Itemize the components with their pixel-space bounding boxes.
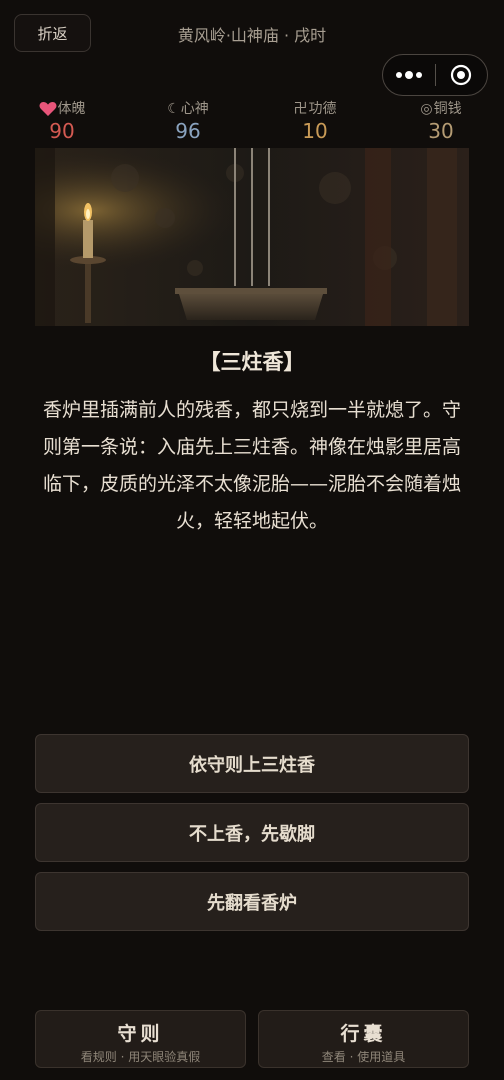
mini-program-capsule [382,54,488,96]
game-screen: 折返 黄风岭·山神庙 · 戌时 体魄 90 ☾ 心神 96 卍 功德 10 ◎ … [0,0,504,1080]
scene-description: 香炉里插满前人的残香，都只烧到一半就熄了。守则第一条说：入庙先上三炷香。神像在烛… [42,399,461,532]
choice-offer-incense-button[interactable]: 依守则上三炷香 [35,734,469,793]
heart-icon [39,102,56,116]
choice-rest-button[interactable]: 不上香，先歇脚 [35,803,469,862]
stat-mind: ☾ 心神 96 [143,100,233,143]
inventory-button-subtitle: 查看 · 使用道具 [321,1050,406,1064]
stat-value: 96 [175,119,201,143]
stat-merit: 卍 功德 10 [270,100,360,143]
stat-value: 10 [302,119,328,143]
incense-burner-scene [35,148,469,326]
inventory-button[interactable]: 行囊 查看 · 使用道具 [258,1010,469,1068]
stat-label: 体魄 [57,101,86,117]
scene-illustration [35,148,469,326]
stat-value: 30 [428,119,454,143]
rules-button[interactable]: 守则 看规则 · 用天眼验真假 [35,1010,246,1068]
rules-button-title: 守则 [117,1023,164,1045]
stat-coins: ◎ 铜钱 30 [396,100,486,143]
stats-bar: 体魄 90 ☾ 心神 96 卍 功德 10 ◎ 铜钱 30 [0,100,504,146]
rules-button-subtitle: 看规则 · 用天眼验真假 [80,1050,201,1064]
stat-label: 铜钱 [433,101,462,117]
more-dots-icon [395,71,422,79]
stat-label: 功德 [308,101,337,117]
target-close-icon [451,64,472,86]
swastika-icon: 卍 [293,101,308,117]
choice-search-burner-button[interactable]: 先翻看香炉 [35,872,469,931]
close-mini-program-button[interactable] [435,55,487,95]
more-button[interactable] [383,55,435,95]
scene-title: 【三炷香】 [199,350,305,374]
inventory-button-title: 行囊 [340,1023,387,1045]
location-title: 黄风岭·山神庙 · 戌时 [177,26,327,45]
stat-value: 90 [49,119,75,143]
stat-physique: 体魄 90 [17,100,107,143]
stat-label: 心神 [180,101,209,117]
coin-icon: ◎ [420,101,433,117]
moon-icon: ☾ [167,101,180,117]
